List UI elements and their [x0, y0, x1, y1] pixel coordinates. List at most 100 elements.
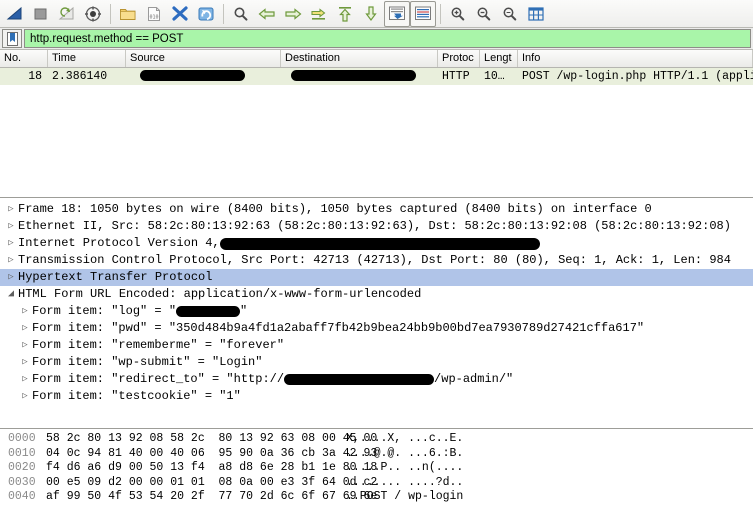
redaction-bar-source [140, 70, 245, 82]
svg-text:010: 010 [149, 14, 158, 20]
redaction-bar-redirect-to [284, 374, 435, 385]
cell-protocol: HTTP [442, 70, 470, 83]
detail-frame[interactable]: Frame 18: 1050 bytes on wire (8400 bits)… [0, 201, 753, 218]
hex-bytes: f4 d6 a6 d9 00 50 13 f4 a8 d8 6e 28 b1 1… [46, 461, 378, 474]
detail-http-label: Hypertext Transfer Protocol [18, 270, 213, 284]
bookmark-icon[interactable] [2, 29, 22, 48]
packet-details-pane[interactable]: Frame 18: 1050 bytes on wire (8400 bits)… [0, 198, 753, 429]
form-item-rememberme[interactable]: Form item: "rememberme" = "forever" [0, 337, 753, 354]
form-item-wp-submit[interactable]: Form item: "wp-submit" = "Login" [0, 354, 753, 371]
detail-html-form[interactable]: HTML Form URL Encoded: application/x-www… [0, 286, 753, 303]
hex-row: 0000 58 2c 80 13 92 08 58 2c 80 13 92 63… [0, 432, 753, 447]
cell-destination [281, 70, 438, 83]
toolbar-separator [440, 3, 441, 24]
expander-triangle-icon[interactable] [4, 252, 18, 269]
column-header-protocol[interactable]: Protoc [438, 50, 480, 67]
expander-triangle-icon[interactable] [18, 320, 32, 337]
auto-scroll-icon[interactable] [384, 0, 410, 27]
go-to-last-icon[interactable] [358, 1, 384, 27]
expander-triangle-icon[interactable] [4, 218, 18, 235]
hex-ascii: ........ ....?d.. [346, 475, 464, 489]
hex-offset: 0030 [8, 475, 36, 489]
go-to-first-icon[interactable] [332, 1, 358, 27]
go-back-icon[interactable] [254, 1, 280, 27]
zoom-reset-icon[interactable] [497, 1, 523, 27]
stop-capture-icon[interactable] [28, 1, 54, 27]
form-item-wp-submit-label: Form item: "wp-submit" = "Login" [32, 355, 263, 369]
column-header-time[interactable]: Time [48, 50, 126, 67]
find-packet-icon[interactable] [228, 1, 254, 27]
form-item-log[interactable]: Form item: "log" = " " [0, 303, 753, 320]
column-header-info[interactable]: Info [518, 50, 753, 67]
display-filter-input[interactable]: http.request.method == POST [24, 29, 751, 48]
expander-triangle-icon[interactable] [4, 235, 18, 252]
cell-no: 18 [28, 70, 42, 83]
close-file-icon[interactable] [167, 1, 193, 27]
go-to-packet-icon[interactable] [306, 1, 332, 27]
redaction-bar-ipv4 [219, 237, 540, 250]
form-item-rememberme-label: Form item: "rememberme" = "forever" [32, 338, 285, 352]
detail-frame-label: Frame 18: 1050 bytes on wire (8400 bits)… [18, 202, 652, 216]
expander-triangle-icon[interactable] [18, 371, 32, 388]
hex-row: 0030 00 e5 09 d2 00 00 01 01 08 0a 00 e3… [0, 476, 753, 491]
redaction-bar-log [176, 306, 241, 317]
colorize-icon[interactable] [410, 0, 436, 27]
expander-triangle-icon[interactable] [18, 388, 32, 405]
detail-tcp-label: Transmission Control Protocol, Src Port:… [18, 253, 731, 267]
toolbar-separator [110, 3, 111, 24]
cell-source [126, 70, 281, 83]
restart-capture-icon[interactable] [54, 1, 80, 27]
form-item-pwd[interactable]: Form item: "pwd" = "350d484b9a4fd1a2abaf… [0, 320, 753, 337]
zoom-out-icon[interactable] [471, 1, 497, 27]
hex-ascii: ..POST / wp-login [346, 490, 464, 503]
detail-http[interactable]: Hypertext Transfer Protocol [0, 269, 753, 286]
reload-file-icon[interactable] [193, 1, 219, 27]
hex-bytes: 00 e5 09 d2 00 00 01 01 08 0a 00 e3 3f 6… [46, 475, 378, 489]
save-file-icon[interactable]: 010 [141, 1, 167, 27]
form-item-testcookie[interactable]: Form item: "testcookie" = "1" [0, 388, 753, 405]
expander-triangle-icon[interactable] [18, 354, 32, 371]
capture-options-icon[interactable] [80, 1, 106, 27]
go-forward-icon[interactable] [280, 1, 306, 27]
form-item-log-tail: " [240, 304, 248, 318]
form-item-redirect-to-label: Form item: "redirect_to" = "http:// [32, 372, 285, 386]
cell-info: POST /wp-login.php HTTP/1.1 (application… [522, 70, 753, 83]
column-header-source[interactable]: Source [126, 50, 281, 67]
expander-triangle-icon[interactable] [4, 269, 18, 286]
resize-columns-icon[interactable] [523, 1, 549, 27]
packet-bytes-pane[interactable]: 0000 58 2c 80 13 92 08 58 2c 80 13 92 63… [0, 429, 753, 507]
open-file-icon[interactable] [115, 1, 141, 27]
detail-ipv4[interactable]: Internet Protocol Version 4, [0, 235, 753, 252]
hex-row: 0020 f4 d6 a6 d9 00 50 13 f4 a8 d8 6e 28… [0, 461, 753, 476]
zoom-in-icon[interactable] [445, 1, 471, 27]
redaction-bar-destination [291, 70, 416, 82]
toolbar-separator [223, 3, 224, 24]
table-row[interactable]: 18 2.386140 HTTP 10… POST /wp-login.php … [0, 68, 753, 85]
main-toolbar: 010 [0, 0, 753, 28]
form-item-log-label: Form item: "log" = " [32, 304, 177, 318]
packet-list-pane[interactable]: No. Time Source Destination Protoc Lengt… [0, 50, 753, 198]
hex-offset: 0020 [8, 461, 36, 474]
hex-ascii: X,....X, ...c..E. [346, 432, 464, 445]
form-item-redirect-to[interactable]: Form item: "redirect_to" = "http:// /wp-… [0, 371, 753, 388]
detail-ipv4-label: Internet Protocol Version 4, [18, 236, 220, 250]
expander-triangle-icon[interactable] [18, 337, 32, 354]
start-capture-icon[interactable] [2, 1, 28, 27]
display-filter-bar: http.request.method == POST [0, 28, 753, 50]
form-item-pwd-label: Form item: "pwd" = "350d484b9a4fd1a2abaf… [32, 321, 645, 335]
wireshark-window: 010 http.request.method == POST No. Time… [0, 0, 753, 507]
hex-bytes: 58 2c 80 13 92 08 58 2c 80 13 92 63 08 0… [46, 432, 378, 445]
form-item-redirect-to-tail: /wp-admin/" [434, 372, 514, 386]
column-header-length[interactable]: Lengt [480, 50, 518, 67]
detail-tcp[interactable]: Transmission Control Protocol, Src Port:… [0, 252, 753, 269]
packet-list-header: No. Time Source Destination Protoc Lengt… [0, 50, 753, 68]
column-header-destination[interactable]: Destination [281, 50, 438, 67]
detail-ethernet[interactable]: Ethernet II, Src: 58:2c:80:13:92:63 (58:… [0, 218, 753, 235]
detail-html-form-label: HTML Form URL Encoded: application/x-www… [18, 287, 422, 301]
expander-triangle-icon[interactable] [18, 303, 32, 320]
expander-triangle-icon[interactable] [4, 201, 18, 218]
hex-offset: 0010 [8, 446, 36, 460]
column-header-no[interactable]: No. [0, 50, 48, 67]
expander-triangle-icon[interactable] [4, 286, 18, 303]
detail-ethernet-label: Ethernet II, Src: 58:2c:80:13:92:63 (58:… [18, 219, 731, 233]
